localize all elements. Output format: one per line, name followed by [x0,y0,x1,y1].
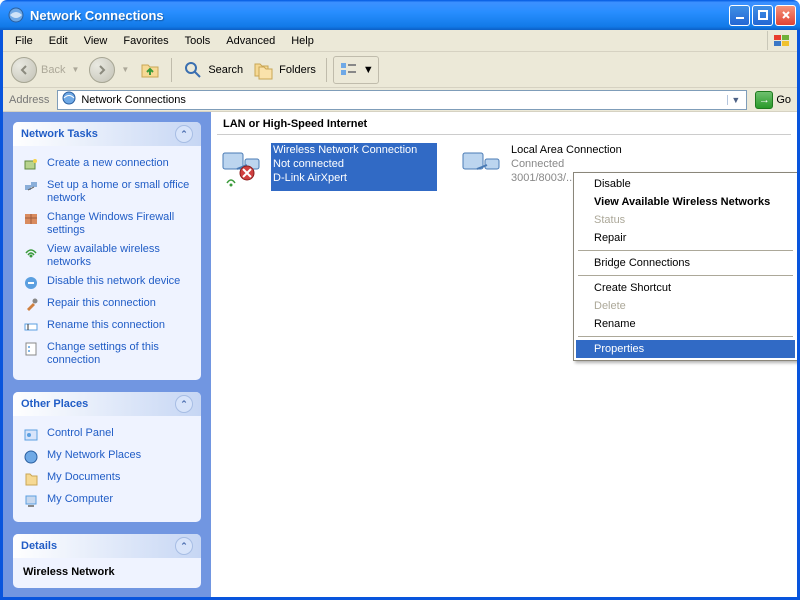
search-icon [182,59,204,81]
address-input[interactable]: Network Connections ▼ [57,90,747,110]
ctx-repair[interactable]: Repair [576,229,795,247]
control-panel-icon [23,427,39,443]
ctx-disable[interactable]: Disable [576,175,795,193]
address-value: Network Connections [81,94,723,106]
address-dropdown-icon[interactable]: ▼ [727,95,743,105]
panel-other-places: Other Places ⌃ Control Panel My Network … [13,392,201,522]
close-button[interactable] [775,5,796,26]
chevron-down-icon: ▼ [363,64,374,76]
search-button[interactable]: Search [178,57,247,83]
task-rename[interactable]: Rename this connection [23,316,191,338]
go-icon: → [755,91,773,109]
repair-icon [23,297,39,313]
link-network-places[interactable]: My Network Places [23,446,191,468]
connection-label: Wireless Network Connection Not connecte… [271,143,437,191]
wizard-icon [23,157,39,173]
windows-flag-icon [767,31,795,50]
ctx-separator [578,250,793,251]
link-my-computer[interactable]: My Computer [23,490,191,512]
wireless-connection-icon [217,143,265,191]
views-button[interactable]: ▼ [333,56,379,84]
link-control-panel[interactable]: Control Panel [23,424,191,446]
panel-details: Details ⌃ Wireless Network [13,534,201,588]
link-my-documents[interactable]: My Documents [23,468,191,490]
group-header: LAN or High-Speed Internet [217,116,791,135]
wireless-icon [23,243,39,259]
forward-button[interactable]: ▼ [85,55,133,85]
app-icon [8,7,24,23]
panel-network-tasks: Network Tasks ⌃ Create a new connection … [13,122,201,380]
panel-header[interactable]: Other Places ⌃ [13,392,201,416]
folder-up-icon [139,59,161,81]
context-menu: Disable View Available Wireless Networks… [573,172,797,361]
task-setup-network[interactable]: Set up a home or small office network [23,176,191,208]
task-firewall[interactable]: Change Windows Firewall settings [23,208,191,240]
properties-icon [23,341,39,357]
menu-help[interactable]: Help [283,33,322,49]
ctx-rename[interactable]: Rename [576,315,795,333]
minimize-button[interactable] [729,5,750,26]
window-title: Network Connections [28,8,729,23]
ctx-properties[interactable]: Properties [576,340,795,358]
addressbar: Address Network Connections ▼ → Go [3,88,797,112]
sidebar: Network Tasks ⌃ Create a new connection … [3,112,211,597]
collapse-icon: ⌃ [175,537,193,555]
ctx-delete: Delete [576,297,795,315]
toolbar: Back ▼ ▼ Search Folders ▼ [3,52,797,88]
collapse-icon: ⌃ [175,395,193,413]
task-disable[interactable]: Disable this network device [23,272,191,294]
network-places-icon [23,449,39,465]
details-text: Wireless Network [23,566,115,578]
menu-advanced[interactable]: Advanced [218,33,283,49]
menubar: File Edit View Favorites Tools Advanced … [3,30,797,52]
ctx-status: Status [576,211,795,229]
views-icon [338,59,360,81]
location-icon [61,90,77,109]
computer-icon [23,493,39,509]
content-area: LAN or High-Speed Internet Wireless Netw… [211,112,797,597]
address-label: Address [5,94,53,106]
task-repair[interactable]: Repair this connection [23,294,191,316]
menu-file[interactable]: File [7,33,41,49]
network-setup-icon [23,179,39,195]
menu-tools[interactable]: Tools [177,33,219,49]
toolbar-separator [171,58,172,82]
task-view-wireless[interactable]: View available wireless networks [23,240,191,272]
menu-edit[interactable]: Edit [41,33,76,49]
task-change-settings[interactable]: Change settings of this connection [23,338,191,370]
window-frame: File Edit View Favorites Tools Advanced … [0,30,800,600]
up-button[interactable] [135,57,165,83]
folders-button[interactable]: Folders [249,57,320,83]
disable-icon [23,275,39,291]
menu-favorites[interactable]: Favorites [115,33,176,49]
titlebar: Network Connections [0,0,800,30]
rename-icon [23,319,39,335]
window-buttons [729,5,796,26]
documents-icon [23,471,39,487]
firewall-icon [23,211,39,227]
chevron-down-icon: ▼ [119,65,129,74]
ctx-separator [578,336,793,337]
connection-item-wireless[interactable]: Wireless Network Connection Not connecte… [217,143,437,191]
forward-icon [89,57,115,83]
toolbar-separator [326,58,327,82]
collapse-icon: ⌃ [175,125,193,143]
folders-icon [253,59,275,81]
ctx-bridge[interactable]: Bridge Connections [576,254,795,272]
menu-view[interactable]: View [76,33,116,49]
ctx-separator [578,275,793,276]
ctx-shortcut[interactable]: Create Shortcut [576,279,795,297]
go-button[interactable]: → Go [751,91,795,109]
maximize-button[interactable] [752,5,773,26]
ctx-view-wireless[interactable]: View Available Wireless Networks [576,193,795,211]
panel-header[interactable]: Details ⌃ [13,534,201,558]
panel-header[interactable]: Network Tasks ⌃ [13,122,201,146]
lan-connection-icon [457,143,505,191]
main-area: Network Tasks ⌃ Create a new connection … [3,112,797,597]
back-icon [11,57,37,83]
back-button[interactable]: Back ▼ [7,55,83,85]
chevron-down-icon: ▼ [69,65,79,74]
task-create-connection[interactable]: Create a new connection [23,154,191,176]
